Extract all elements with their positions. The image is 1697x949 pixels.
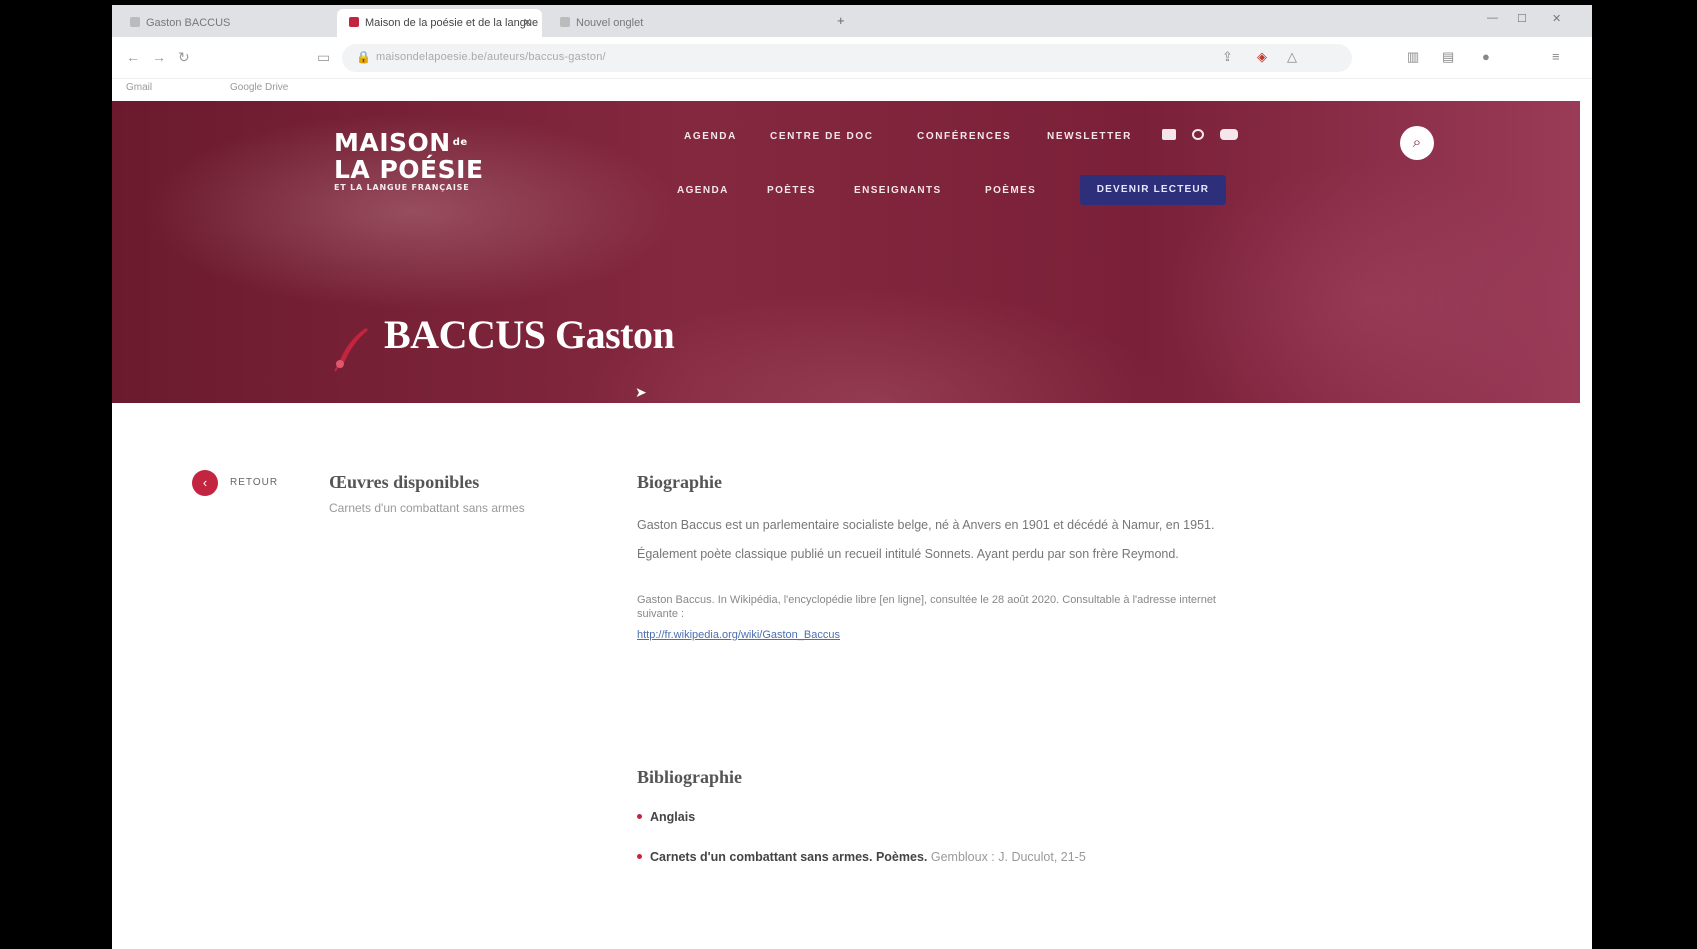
- quill-icon: [334, 328, 368, 372]
- bullet-icon: [637, 854, 642, 859]
- bullet-icon: [637, 814, 642, 819]
- bibliography-title: Bibliographie: [637, 767, 743, 787]
- back-arrow-icon[interactable]: ←: [126, 49, 140, 65]
- bibliography-item-title: Carnets d'un combattant sans armes. Poèm…: [650, 850, 928, 864]
- minimize-icon[interactable]: —: [1487, 12, 1498, 24]
- nav-top-item[interactable]: CENTRE DE DOC: [770, 131, 874, 142]
- screen: Gaston BACCUS Maison de la poésie et de …: [0, 0, 1697, 949]
- url-text: maisondelapoesie.be/auteurs/baccus-gasto…: [376, 51, 606, 63]
- back-label: RETOUR: [230, 477, 279, 488]
- nav-main-item[interactable]: POÈTES: [767, 185, 816, 196]
- forward-arrow-icon[interactable]: →: [152, 49, 166, 65]
- biography-text: Gaston Baccus est un parlementaire socia…: [637, 518, 1215, 561]
- reload-icon[interactable]: ↻: [178, 49, 190, 66]
- close-tab-icon[interactable]: ✕: [523, 16, 532, 29]
- nav-top-item[interactable]: CONFÉRENCES: [917, 131, 1011, 142]
- become-reader-button[interactable]: DEVENIR LECTEUR: [1080, 175, 1226, 205]
- lock-icon: 🔒: [356, 50, 371, 64]
- page-info-icon[interactable]: ▭: [317, 49, 330, 66]
- tab-strip: Gaston BACCUS Maison de la poésie et de …: [112, 5, 1592, 37]
- tab-favicon-icon: [130, 17, 140, 27]
- bibliography-item-publisher: Gembloux : J. Duculot, 21-5: [930, 850, 1086, 864]
- browser-tab-2[interactable]: Maison de la poésie et de la langue ✕: [337, 9, 542, 37]
- tab-label: Maison de la poésie et de la langue: [365, 17, 539, 29]
- new-tab-icon[interactable]: +: [837, 13, 845, 28]
- logo-line-3: ET LA LANGUE FRANÇAISE: [334, 183, 470, 192]
- address-bar[interactable]: 🔒 maisondelapoesie.be/auteurs/baccus-gas…: [342, 44, 1352, 72]
- works-item[interactable]: Carnets d'un combattant sans armes: [329, 501, 525, 515]
- nav-main-item[interactable]: POÈMES: [985, 185, 1036, 196]
- logo-line-2: LA POÉSIE: [334, 155, 484, 184]
- tab-favicon-icon: [560, 17, 570, 27]
- tab-label: Gaston BACCUS: [146, 17, 231, 29]
- bibliography-item-title: Anglais: [650, 810, 696, 824]
- menu-icon[interactable]: ≡: [1552, 49, 1560, 64]
- back-arrow-icon: ‹: [192, 470, 218, 496]
- alert-icon[interactable]: △: [1287, 49, 1297, 65]
- tab-favicon-icon: [349, 17, 359, 27]
- search-icon[interactable]: ⌕: [1400, 126, 1434, 160]
- browser-tab-3[interactable]: Nouvel onglet: [548, 9, 753, 37]
- bookmark-item[interactable]: Gmail: [126, 82, 152, 93]
- nav-main-item[interactable]: ENSEIGNANTS: [854, 185, 942, 196]
- youtube-icon[interactable]: [1220, 129, 1238, 140]
- extensions-icon[interactable]: ▥: [1407, 49, 1419, 65]
- biography-title: Biographie: [637, 472, 723, 492]
- biography-link[interactable]: http://fr.wikipedia.org/wiki/Gaston_Bacc…: [637, 629, 840, 641]
- close-window-icon[interactable]: ✕: [1552, 12, 1561, 25]
- logo-sup: de: [452, 137, 468, 148]
- biography-source: Gaston Baccus. In Wikipédia, l'encyclopé…: [637, 594, 1216, 620]
- share-icon[interactable]: ⇪: [1222, 49, 1233, 65]
- browser-tab-1[interactable]: Gaston BACCUS: [118, 9, 323, 37]
- nav-top-item[interactable]: AGENDA: [684, 131, 737, 142]
- nav-top-item[interactable]: NEWSLETTER: [1047, 131, 1132, 142]
- site-logo[interactable]: MAISON de LA POÉSIE ET LA LANGUE FRANÇAIS…: [334, 129, 484, 193]
- logo-line-1: MAISON: [334, 128, 451, 157]
- bookmarks-bar: Gmail Google Drive: [112, 79, 1592, 101]
- mouse-cursor-icon: ➤: [635, 384, 647, 400]
- nav-main-item[interactable]: AGENDA: [677, 185, 729, 196]
- facebook-icon[interactable]: [1162, 129, 1176, 140]
- bookmark-item[interactable]: Google Drive: [230, 82, 288, 93]
- instagram-icon[interactable]: [1192, 129, 1204, 140]
- maximize-icon[interactable]: ☐: [1517, 12, 1527, 25]
- bibliography-item: Anglais: [637, 810, 695, 824]
- browser-toolbar: ← → ↻ ▭ 🔒 maisondelapoesie.be/auteurs/ba…: [112, 37, 1592, 79]
- shield-icon[interactable]: ◈: [1257, 49, 1267, 65]
- browser-window: Gaston BACCUS Maison de la poésie et de …: [112, 5, 1592, 949]
- downloads-icon[interactable]: ▤: [1442, 49, 1454, 65]
- bibliography-item: Carnets d'un combattant sans armes. Poèm…: [637, 850, 1086, 864]
- hero-banner: MAISON de LA POÉSIE ET LA LANGUE FRANÇAIS…: [112, 101, 1580, 403]
- profile-icon[interactable]: ●: [1482, 49, 1490, 64]
- page-title: BACCUS Gaston: [384, 312, 675, 357]
- tab-label: Nouvel onglet: [576, 17, 644, 29]
- works-title: Œuvres disponibles: [329, 472, 480, 492]
